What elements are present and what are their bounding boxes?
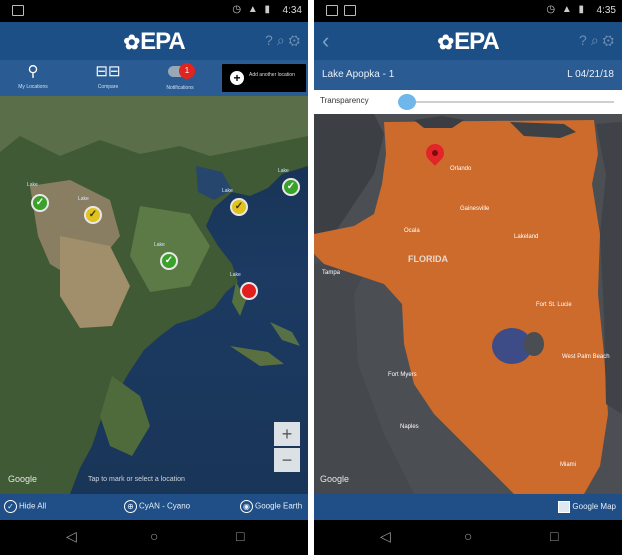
plus-icon: +	[230, 71, 244, 85]
zoom-in-button[interactable]: +	[274, 422, 300, 446]
app-bar: ‹ ✿EPA ?⌕⚙	[314, 22, 622, 60]
add-location-label: Add another location	[249, 72, 295, 78]
city-label: Naples	[400, 424, 419, 430]
app-bar: ✿EPA ?⌕⚙	[0, 22, 308, 60]
status-icons: ◷ ▲ ▮	[546, 4, 586, 15]
epa-logo: ✿EPA	[437, 28, 499, 55]
image-date: L 04/21/18	[567, 69, 614, 80]
city-label: West Palm Beach	[562, 354, 610, 360]
city-label: Tampa	[322, 270, 341, 276]
notification-icon	[326, 5, 338, 16]
google-attribution: Google	[8, 474, 38, 484]
cyan-button[interactable]: ⊕ CyAN - Cyano	[124, 500, 190, 513]
cyano-map[interactable]: FLORIDA Orlando Gainesville Ocala Tampa …	[314, 114, 622, 494]
map-marker-green[interactable]: ✓	[31, 194, 49, 212]
status-bar: ◷ ▲ ▮ 4:34	[0, 0, 308, 22]
app-actions: ?⌕⚙	[579, 32, 618, 49]
map-marker-yellow[interactable]: ✓	[84, 206, 102, 224]
add-location-button[interactable]: + Add another location	[222, 64, 306, 92]
search-icon[interactable]: ⌕	[277, 32, 289, 48]
home-icon[interactable]: ○	[150, 528, 158, 544]
map-marker-green[interactable]: ✓	[282, 178, 300, 196]
back-icon[interactable]: ◁	[380, 528, 391, 545]
marker-label: Lake	[154, 242, 165, 248]
notification-icon	[12, 5, 24, 16]
bottom-bar: ✓ Hide All ⊕ CyAN - Cyano ◉ Google Earth	[0, 494, 308, 520]
search-icon[interactable]: ⌕	[591, 32, 603, 48]
pin-icon: ⚲	[27, 63, 39, 80]
transparency-slider-thumb[interactable]	[398, 94, 416, 110]
status-bar: ◷ ▲ ▮ 4:35	[314, 0, 622, 22]
phone-left: ◷ ▲ ▮ 4:34 ✿EPA ?⌕⚙ ⚲ My Locations ⊟⊟ Co…	[0, 0, 308, 555]
city-label: Fort Myers	[388, 372, 417, 378]
back-icon[interactable]: ◁	[66, 528, 77, 545]
transparency-label: Transparency	[320, 96, 369, 105]
bottom-bar: Google Map	[314, 494, 622, 520]
city-label: Miami	[560, 462, 576, 468]
status-time: 4:34	[282, 5, 302, 16]
compare-icon: ⊟⊟	[95, 63, 121, 80]
marker-label: Lake	[222, 188, 233, 194]
app-actions: ?⌕⚙	[265, 32, 304, 49]
map-marker-yellow[interactable]: ✓	[230, 198, 248, 216]
help-icon[interactable]: ?	[579, 32, 591, 48]
home-icon[interactable]: ○	[464, 528, 472, 544]
satellite-map[interactable]: ✓ Lake ✓ Lake ✓ Lake ✓ Lake ✓ Lake Lake …	[0, 96, 308, 494]
status-icons: ◷ ▲ ▮	[232, 4, 272, 15]
map-icon	[558, 501, 571, 513]
map-hint: Tap to mark or select a location	[88, 476, 185, 483]
marker-label: Lake	[27, 182, 38, 188]
location-name: Lake Apopka - 1	[322, 69, 395, 80]
location-title-bar: Lake Apopka - 1 L 04/21/18	[314, 60, 622, 90]
recent-apps-icon[interactable]: □	[236, 528, 244, 544]
status-time: 4:35	[596, 5, 616, 16]
tab-my-locations[interactable]: ⚲ My Locations	[3, 60, 63, 96]
region-label: FLORIDA	[408, 254, 448, 264]
marker-label: Lake	[278, 168, 289, 174]
settings-icon[interactable]: ⚙	[289, 32, 304, 48]
epa-logo: ✿EPA	[123, 28, 185, 55]
tab-compare[interactable]: ⊟⊟ Compare	[78, 60, 138, 96]
epa-flower-icon: ✿	[123, 32, 140, 54]
image-icon	[344, 5, 356, 16]
city-label: Gainesville	[460, 206, 490, 212]
google-attribution: Google	[320, 474, 350, 484]
zoom-out-button[interactable]: −	[274, 448, 300, 472]
globe-icon: ⊕	[124, 500, 137, 513]
settings-icon[interactable]: ⚙	[603, 32, 618, 48]
map-land	[0, 96, 308, 494]
transparency-bar: Transparency	[314, 90, 622, 114]
google-map-button[interactable]: Google Map	[558, 501, 616, 513]
tab-notifications[interactable]: 1 Notifications	[150, 60, 210, 96]
help-icon[interactable]: ?	[265, 32, 277, 48]
recent-apps-icon[interactable]: □	[550, 528, 558, 544]
hide-all-button[interactable]: ✓ Hide All	[4, 500, 46, 513]
tab-bar: ⚲ My Locations ⊟⊟ Compare 1 Notification…	[0, 60, 308, 96]
city-label: Ocala	[404, 228, 420, 234]
city-label: Fort St. Lucie	[536, 302, 572, 308]
marker-label: Lake	[78, 196, 89, 202]
map-marker-red[interactable]	[240, 282, 258, 300]
transparency-track[interactable]	[402, 101, 614, 103]
city-label: Lakeland	[514, 234, 539, 240]
tab-label: Compare	[97, 84, 119, 90]
google-earth-button[interactable]: ◉ Google Earth	[240, 500, 302, 513]
tab-label: Notifications	[166, 85, 194, 91]
check-icon: ✓	[4, 500, 17, 513]
notifications-toggle[interactable]: 1	[168, 63, 195, 79]
android-nav-bar: ◁ ○ □	[0, 520, 308, 555]
map-marker-green[interactable]: ✓	[160, 252, 178, 270]
earth-icon: ◉	[240, 500, 253, 513]
notification-badge: 1	[179, 63, 195, 79]
android-nav-bar: ◁ ○ □	[314, 520, 622, 555]
phone-right: ◷ ▲ ▮ 4:35 ‹ ✿EPA ?⌕⚙ Lake Apopka - 1 L …	[314, 0, 622, 555]
epa-flower-icon: ✿	[437, 32, 454, 54]
tab-label: My Locations	[18, 84, 48, 90]
city-label: Orlando	[450, 166, 472, 172]
marker-label: Lake	[230, 272, 241, 278]
